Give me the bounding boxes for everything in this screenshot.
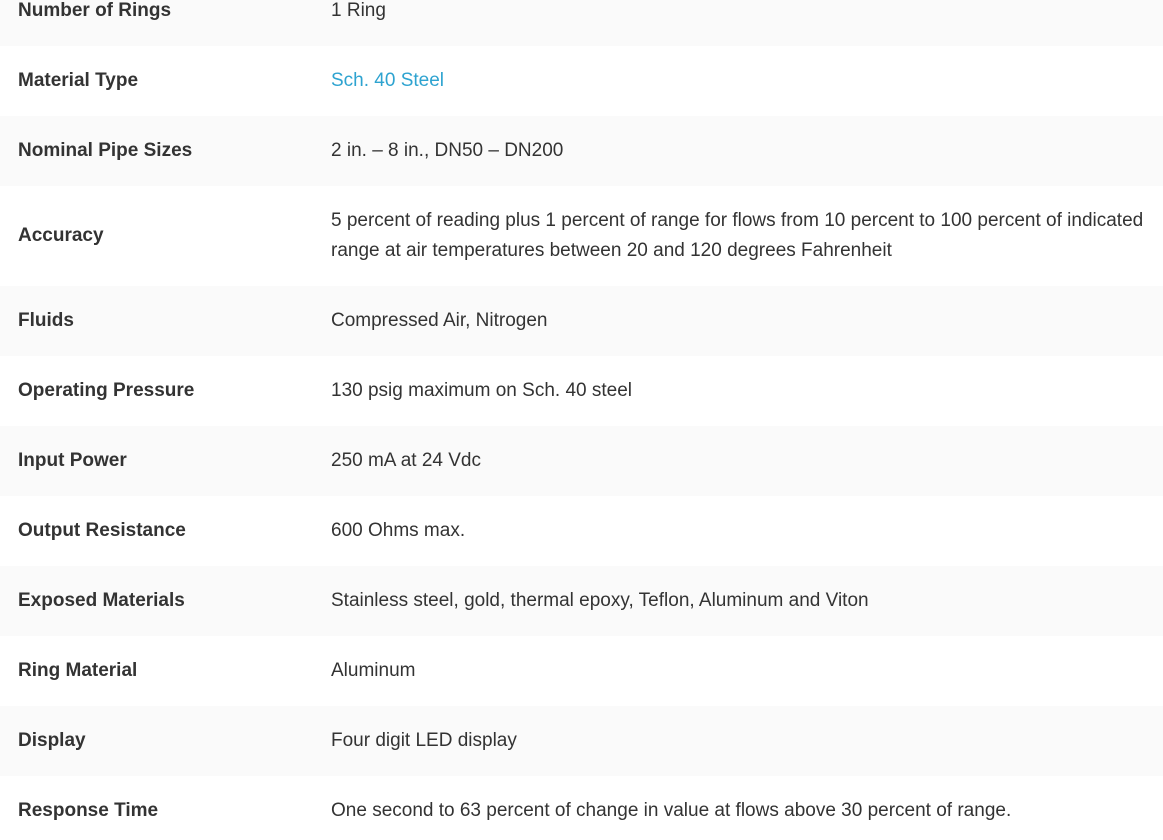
spec-value: 130 psig maximum on Sch. 40 steel	[331, 380, 632, 401]
spec-label: Number of Rings	[18, 0, 172, 21]
spec-label: Display	[18, 730, 86, 751]
spec-value: 1 Ring	[331, 0, 386, 21]
spec-row-output-resistance: Output Resistance 600 Ohms max.	[0, 496, 1163, 566]
spec-value: Sch. 40 Steel	[331, 66, 1163, 96]
spec-row-display: Display Four digit LED display	[0, 706, 1163, 776]
spec-value: Compressed Air, Nitrogen	[331, 310, 548, 331]
spec-row-accuracy: Accuracy 5 percent of reading plus 1 per…	[0, 186, 1163, 286]
spec-value: One second to 63 percent of change in va…	[331, 800, 1012, 821]
spec-label: Output Resistance	[18, 520, 186, 541]
spec-row-input-power: Input Power 250 mA at 24 Vdc	[0, 426, 1163, 496]
spec-value: Aluminum	[331, 660, 416, 681]
specifications-table: Number of Rings 1 Ring Material Type Sch…	[0, 0, 1163, 840]
spec-row-number-of-rings: Number of Rings 1 Ring	[0, 0, 1163, 46]
spec-row-ring-material: Ring Material Aluminum	[0, 636, 1163, 706]
material-type-link[interactable]: Sch. 40 Steel	[331, 70, 444, 91]
spec-row-nominal-pipe-sizes: Nominal Pipe Sizes 2 in. – 8 in., DN50 –…	[0, 116, 1163, 186]
spec-value: Stainless steel, gold, thermal epoxy, Te…	[331, 590, 869, 611]
spec-value: Four digit LED display	[331, 730, 517, 751]
spec-row-fluids: Fluids Compressed Air, Nitrogen	[0, 286, 1163, 356]
spec-label: Exposed Materials	[18, 590, 185, 611]
spec-row-operating-pressure: Operating Pressure 130 psig maximum on S…	[0, 356, 1163, 426]
spec-row-response-time: Response Time One second to 63 percent o…	[0, 776, 1163, 840]
spec-label: Material Type	[18, 70, 139, 91]
spec-label: Nominal Pipe Sizes	[18, 140, 193, 161]
spec-label: Ring Material	[18, 660, 138, 681]
spec-label: Response Time	[18, 800, 159, 821]
spec-value: 250 mA at 24 Vdc	[331, 450, 481, 471]
spec-row-material-type: Material Type Sch. 40 Steel	[0, 46, 1163, 116]
spec-label: Accuracy	[18, 225, 104, 246]
spec-label: Operating Pressure	[18, 380, 195, 401]
spec-label: Fluids	[18, 310, 74, 331]
spec-value: 600 Ohms max.	[331, 520, 466, 541]
spec-value: 5 percent of reading plus 1 percent of r…	[331, 210, 1144, 261]
spec-label: Input Power	[18, 450, 127, 471]
spec-row-exposed-materials: Exposed Materials Stainless steel, gold,…	[0, 566, 1163, 636]
spec-value: 2 in. – 8 in., DN50 – DN200	[331, 140, 564, 161]
